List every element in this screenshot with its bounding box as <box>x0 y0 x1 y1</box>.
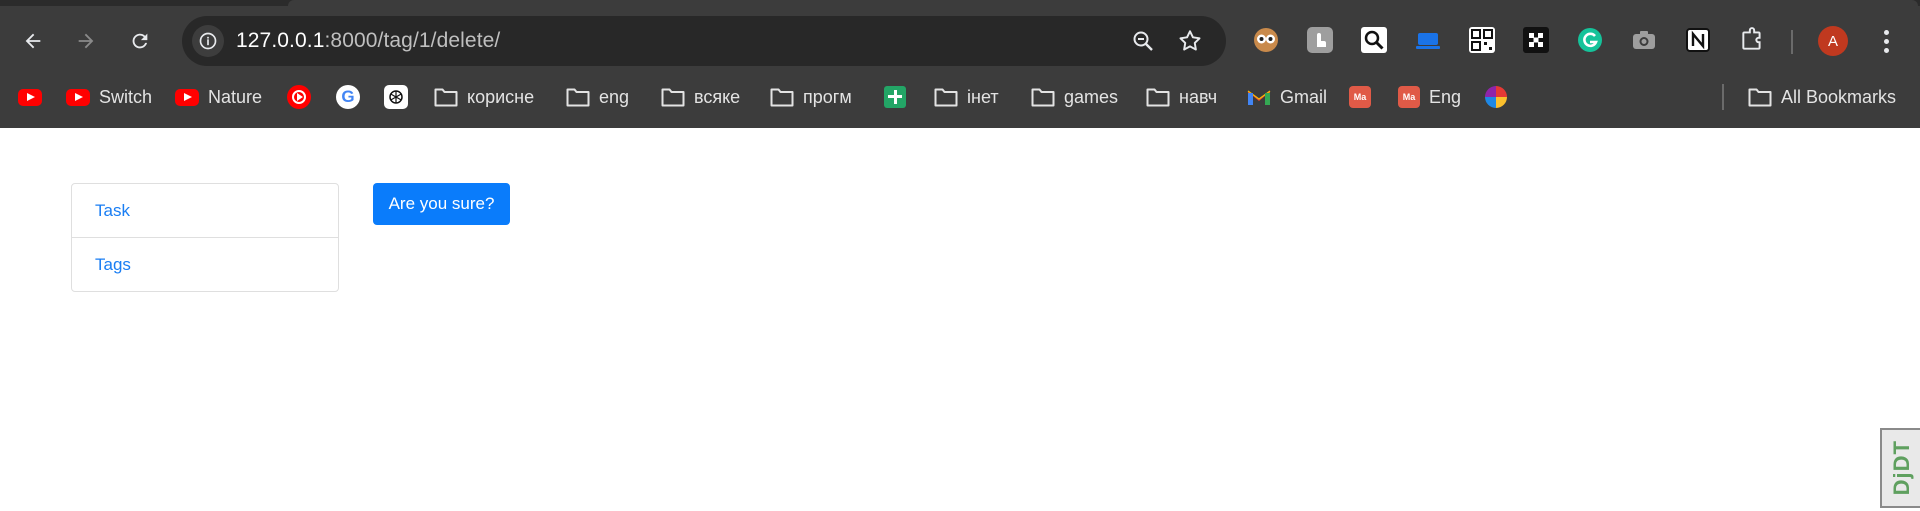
folder-icon <box>1031 88 1055 107</box>
bookmark-folder[interactable]: інет <box>934 80 999 114</box>
bookmark-item[interactable] <box>884 80 906 114</box>
folder-icon <box>1748 88 1772 107</box>
browser-chrome: 127.0.0.1:8000/tag/1/delete/ A Switch Na… <box>0 0 1920 128</box>
browser-toolbar: 127.0.0.1:8000/tag/1/delete/ A <box>0 10 1920 72</box>
sheets-icon <box>884 86 906 108</box>
bookmark-folder[interactable]: прогм <box>770 80 852 114</box>
google-icon: G <box>336 85 360 109</box>
sidebar-item-task[interactable]: Task <box>72 184 338 237</box>
grammarly-icon[interactable] <box>1575 25 1605 55</box>
bookmark-star-icon[interactable] <box>1177 28 1203 54</box>
bookmark-label: інет <box>967 86 999 107</box>
bookmark-item[interactable]: Gmail <box>1247 80 1327 114</box>
bookmarks-separator <box>1722 84 1724 110</box>
djdt-label: DjDT <box>1889 440 1914 496</box>
bookmark-item[interactable] <box>287 80 311 114</box>
bookmark-folder[interactable]: корисне <box>434 80 534 114</box>
folder-icon <box>1146 88 1170 107</box>
camera-extension-icon[interactable] <box>1629 25 1659 55</box>
bookmark-label: Eng <box>1429 86 1462 107</box>
gmail-icon <box>1247 90 1271 105</box>
bookmark-item[interactable]: Nature <box>175 80 262 114</box>
page-content: Task Tags Are you sure? <box>0 128 1920 511</box>
bookmark-item[interactable] <box>18 80 42 114</box>
bookmark-item[interactable] <box>384 80 408 114</box>
zoom-icon[interactable] <box>1130 28 1156 54</box>
bookmark-label: прогм <box>803 86 852 107</box>
url-path: :8000/tag/1/delete/ <box>324 29 501 52</box>
bookmark-label: Switch <box>99 86 153 107</box>
bookmark-folder[interactable]: навч <box>1146 80 1217 114</box>
browser-menu-icon[interactable] <box>1874 25 1898 57</box>
url-text[interactable]: 127.0.0.1:8000/tag/1/delete/ <box>236 29 500 53</box>
url-host: 127.0.0.1 <box>236 29 325 52</box>
toolbar-separator <box>1791 30 1793 54</box>
bookmark-label: Nature <box>208 86 263 107</box>
owl-extension-icon[interactable] <box>1251 25 1281 55</box>
all-bookmarks-label: All Bookmarks <box>1781 86 1897 107</box>
django-debug-toolbar-handle[interactable]: DjDT <box>1880 428 1920 508</box>
address-bar[interactable]: 127.0.0.1:8000/tag/1/delete/ <box>182 16 1226 66</box>
bookmark-label: eng <box>599 86 630 107</box>
confirm-delete-button[interactable]: Are you sure? <box>373 183 510 225</box>
folder-icon <box>934 88 958 107</box>
multicolor-icon <box>1485 86 1507 108</box>
youtube-icon <box>66 88 90 106</box>
forward-button[interactable] <box>68 23 104 59</box>
magnifier-extension-icon[interactable] <box>1359 25 1389 55</box>
bookmark-item[interactable]: Ma <box>1349 80 1371 114</box>
reload-button[interactable] <box>122 23 158 59</box>
ma-icon: Ma <box>1398 86 1420 108</box>
extensions-puzzle-icon[interactable] <box>1737 25 1767 55</box>
laptop-extension-icon[interactable] <box>1413 25 1443 55</box>
bookmarks-bar: Switch Nature G корисне eng всяке прогм … <box>0 80 1920 114</box>
bookmark-item[interactable]: Switch <box>66 80 152 114</box>
folder-icon <box>434 88 458 107</box>
qr-code-extension-icon[interactable] <box>1467 25 1497 55</box>
reload-icon <box>132 33 148 49</box>
bookmark-label: навч <box>1179 86 1218 107</box>
folder-icon <box>661 88 685 107</box>
bookmark-label: games <box>1064 86 1119 107</box>
sidebar-item-tags[interactable]: Tags <box>72 237 338 291</box>
forward-arrow-icon <box>78 33 94 49</box>
all-bookmarks-button[interactable]: All Bookmarks <box>1748 80 1896 114</box>
ma-icon: Ma <box>1349 86 1371 108</box>
bookmark-item[interactable] <box>1485 80 1507 114</box>
youtube-icon <box>175 88 199 106</box>
site-info-icon[interactable] <box>192 25 224 57</box>
checker-extension-icon[interactable] <box>1521 25 1551 55</box>
youtube-music-icon <box>287 85 311 109</box>
bookmark-item[interactable]: G <box>336 80 360 114</box>
bookmark-item[interactable]: Ma Eng <box>1398 80 1461 114</box>
active-tab-edge[interactable] <box>288 0 1918 6</box>
sidebar-nav: Task Tags <box>71 183 339 292</box>
back-arrow-icon <box>25 33 41 49</box>
folder-icon <box>770 88 794 107</box>
folder-icon <box>566 88 590 107</box>
back-button[interactable] <box>15 23 51 59</box>
notion-icon[interactable] <box>1683 25 1713 55</box>
profile-avatar[interactable]: A <box>1818 26 1848 56</box>
bookmark-folder[interactable]: games <box>1031 80 1118 114</box>
bookmark-label: всяке <box>694 86 741 107</box>
bookmark-label: Gmail <box>1280 86 1328 107</box>
bookmark-folder[interactable]: eng <box>566 80 629 114</box>
bookmark-folder[interactable]: всяке <box>661 80 740 114</box>
touch-extension-icon[interactable] <box>1305 25 1335 55</box>
bookmark-label: корисне <box>467 86 535 107</box>
youtube-icon <box>18 88 42 106</box>
openai-icon <box>384 85 408 109</box>
